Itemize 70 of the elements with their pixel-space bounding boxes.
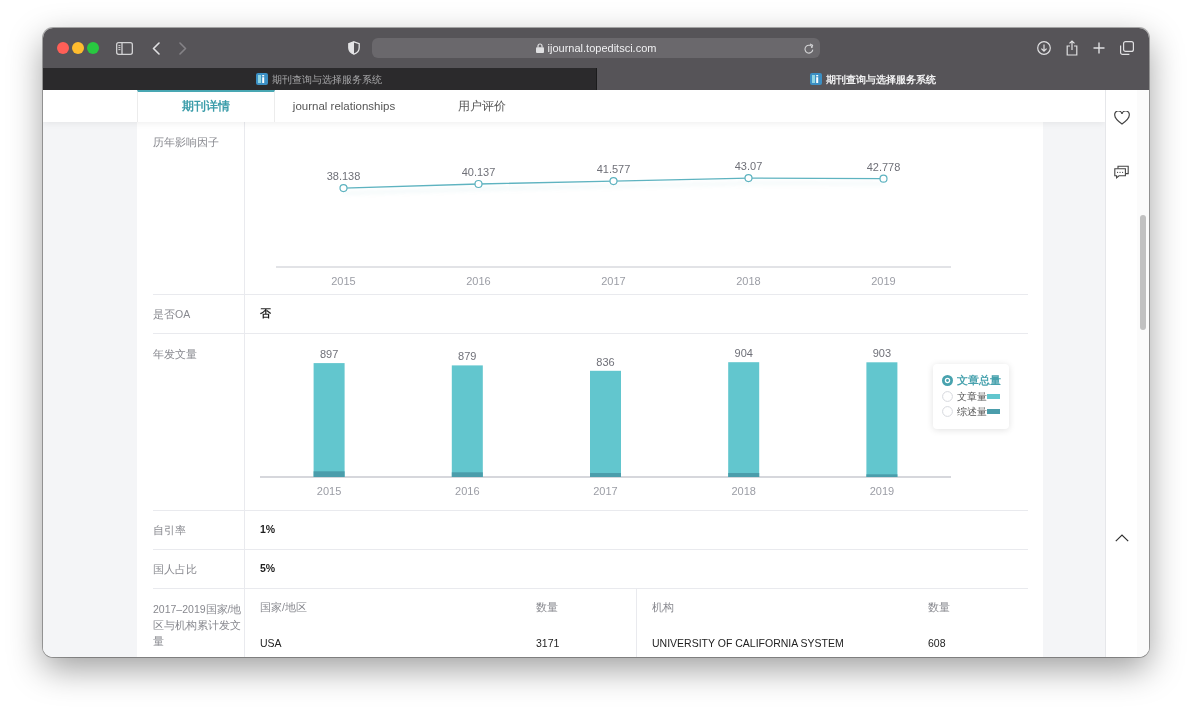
field-value: 1% bbox=[260, 522, 276, 538]
chat-icon[interactable] bbox=[1114, 165, 1129, 179]
field-label: 是否OA bbox=[153, 307, 192, 322]
heart-icon[interactable] bbox=[1113, 111, 1130, 125]
radio-icon[interactable] bbox=[942, 406, 953, 418]
table-cell-text: USA bbox=[259, 635, 283, 651]
field-label: 国人占比 bbox=[153, 562, 198, 577]
axis-label: 2015 bbox=[316, 485, 342, 497]
column-header: 国家/地区 bbox=[259, 599, 308, 615]
data-point-marker bbox=[474, 179, 483, 189]
data-label: 904 bbox=[734, 347, 753, 360]
page-tab[interactable]: journal relationships bbox=[275, 90, 413, 122]
site-icon bbox=[809, 73, 822, 85]
lock-icon bbox=[535, 43, 544, 53]
legend-option[interactable]: 综述量 bbox=[942, 404, 1001, 420]
table-cell-text: UNIVERSITY OF CALIFORNIA SYSTEM bbox=[651, 635, 845, 651]
page-tab[interactable]: 用户评价 bbox=[413, 90, 551, 122]
legend-option[interactable]: 文章量 bbox=[942, 388, 1001, 404]
field-label: 2017–2019国家/地区与机构累计发文量 bbox=[153, 602, 243, 649]
column-header: 数量 bbox=[536, 599, 559, 615]
field-value: 5% bbox=[260, 561, 276, 577]
column-header: 机构 bbox=[651, 599, 675, 615]
data-label: 903 bbox=[872, 347, 892, 360]
column-header: 数量 bbox=[928, 599, 951, 615]
window-minimize-icon[interactable] bbox=[72, 42, 84, 54]
axis-label: 2019 bbox=[869, 485, 895, 497]
data-label: 43.07 bbox=[734, 160, 763, 173]
sidebar-icon[interactable] bbox=[116, 41, 133, 55]
data-point-marker bbox=[744, 173, 753, 183]
window-close-icon[interactable] bbox=[57, 42, 69, 54]
window-maximize-icon[interactable] bbox=[87, 42, 99, 54]
back-icon[interactable] bbox=[152, 41, 160, 55]
axis-label: 2018 bbox=[731, 485, 756, 497]
axis-label: 2015 bbox=[331, 275, 356, 287]
shield-icon[interactable] bbox=[348, 41, 360, 55]
browser-tab[interactable]: 期刊查询与选择服务系统 bbox=[595, 68, 1149, 90]
site-icon bbox=[256, 73, 269, 85]
field-label: 历年影响因子 bbox=[153, 135, 220, 150]
axis-label: 2019 bbox=[871, 275, 896, 287]
share-icon[interactable] bbox=[1066, 40, 1078, 56]
scrollbar-thumb[interactable] bbox=[1140, 215, 1146, 330]
data-label: 897 bbox=[319, 348, 339, 361]
field-label: 年发文量 bbox=[153, 347, 198, 362]
axis-label: 2018 bbox=[736, 275, 761, 287]
address-field[interactable]: ijournal.topeditsci.com bbox=[372, 38, 820, 58]
download-icon[interactable] bbox=[1037, 41, 1051, 55]
axis-label: 2016 bbox=[455, 485, 480, 497]
chevron-up-icon[interactable] bbox=[1114, 534, 1129, 542]
data-point-marker bbox=[609, 177, 618, 186]
axis-label: 2017 bbox=[593, 485, 618, 497]
field-label: 自引率 bbox=[153, 523, 187, 538]
new-tab-icon[interactable] bbox=[1093, 42, 1105, 54]
browser-tab[interactable]: 期刊查询与选择服务系统 bbox=[43, 68, 596, 90]
table-cell-text: 608 bbox=[928, 635, 947, 651]
data-label: 38.138 bbox=[326, 170, 361, 183]
reload-icon[interactable] bbox=[804, 42, 814, 54]
data-label: 879 bbox=[458, 350, 477, 363]
data-label: 836 bbox=[596, 355, 615, 368]
field-value: 否 bbox=[260, 306, 271, 322]
data-label: 40.137 bbox=[461, 166, 496, 178]
data-point-marker bbox=[339, 184, 348, 193]
tabs-overview-icon[interactable] bbox=[1120, 41, 1134, 55]
radio-icon[interactable] bbox=[942, 390, 953, 402]
data-point-marker bbox=[879, 174, 888, 183]
data-label: 41.577 bbox=[596, 163, 631, 176]
data-label: 42.778 bbox=[866, 160, 901, 173]
table-cell-text: 3171 bbox=[536, 635, 561, 651]
axis-label: 2016 bbox=[466, 275, 491, 287]
radio-icon[interactable] bbox=[942, 375, 953, 387]
axis-label: 2017 bbox=[601, 275, 626, 287]
